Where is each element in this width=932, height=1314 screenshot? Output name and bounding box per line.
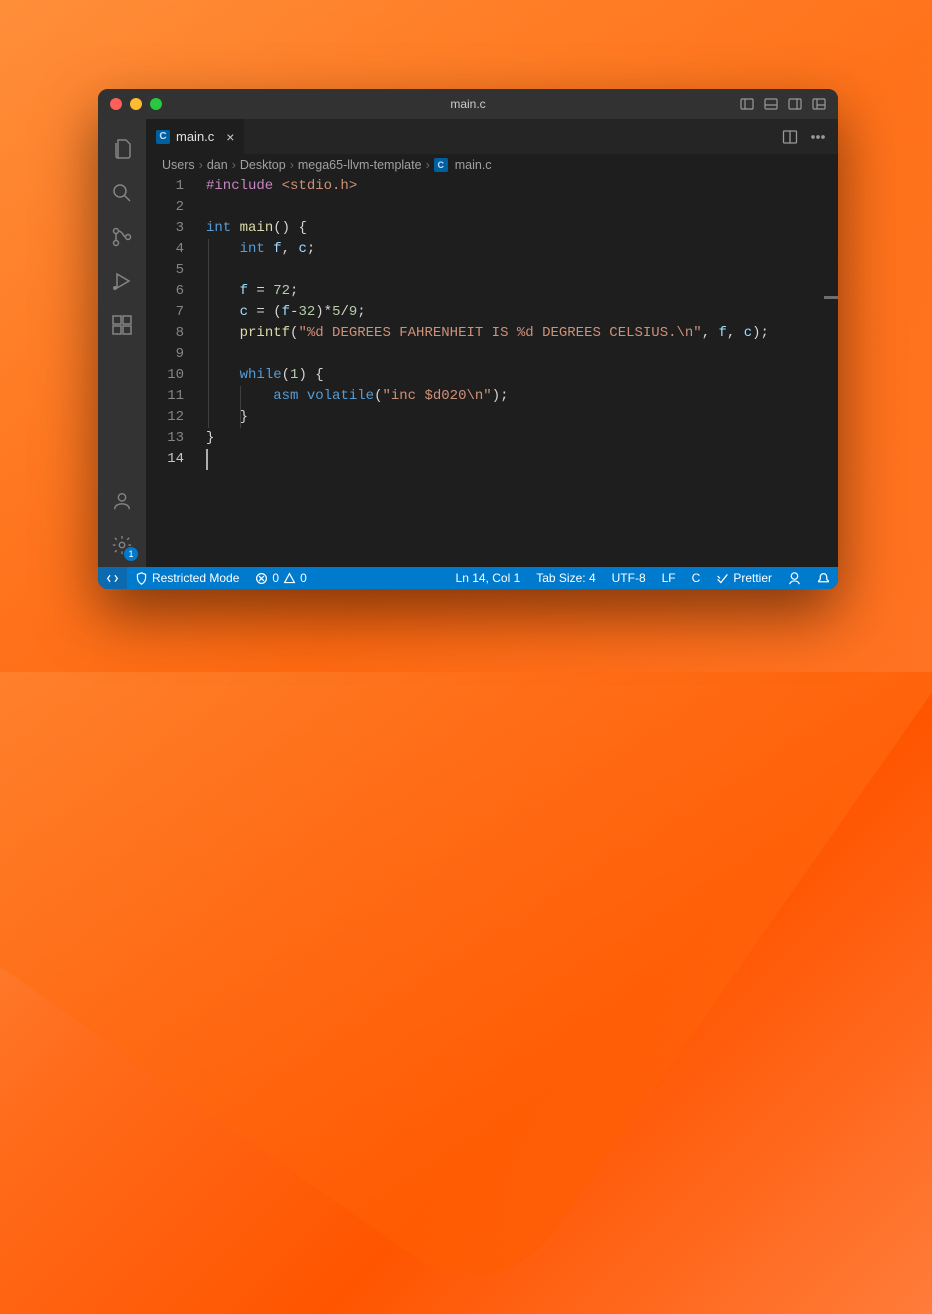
toggle-panel-icon[interactable] — [764, 97, 778, 111]
error-count: 0 — [272, 571, 279, 585]
customize-layout-icon[interactable] — [812, 97, 826, 111]
tab-filename: main.c — [176, 129, 214, 144]
remote-indicator[interactable] — [98, 567, 127, 589]
breadcrumb-part[interactable]: Desktop — [240, 158, 286, 172]
restricted-mode-label: Restricted Mode — [152, 571, 239, 585]
breadcrumb[interactable]: Users › dan › Desktop › mega65-llvm-temp… — [146, 154, 838, 176]
status-bar: Restricted Mode 0 0 Ln 14, Col 1 Tab Siz… — [98, 567, 838, 589]
breadcrumb-part[interactable]: mega65-llvm-template — [298, 158, 422, 172]
settings-gear-icon[interactable]: 1 — [98, 523, 146, 567]
source-control-view-icon[interactable] — [98, 215, 146, 259]
extensions-view-icon[interactable] — [98, 303, 146, 347]
restricted-mode-button[interactable]: Restricted Mode — [127, 567, 247, 589]
tabs-bar: C main.c × — [146, 119, 838, 154]
formatter-button[interactable]: Prettier — [708, 567, 780, 589]
split-editor-icon[interactable] — [782, 129, 798, 145]
line-number-gutter[interactable]: 1234567891011121314 — [146, 176, 196, 567]
c-language-icon: C — [434, 158, 448, 172]
chevron-right-icon: › — [232, 158, 236, 172]
vscode-window: main.c — [98, 89, 838, 589]
cursor-position-button[interactable]: Ln 14, Col 1 — [448, 567, 529, 589]
warning-count: 0 — [300, 571, 307, 585]
window-title: main.c — [98, 97, 838, 111]
window-traffic-lights — [98, 98, 162, 110]
search-view-icon[interactable] — [98, 171, 146, 215]
overview-ruler[interactable] — [834, 176, 838, 567]
chevron-right-icon: › — [426, 158, 430, 172]
settings-badge: 1 — [124, 547, 138, 561]
chevron-right-icon: › — [199, 158, 203, 172]
run-debug-view-icon[interactable] — [98, 259, 146, 303]
eol-button[interactable]: LF — [654, 567, 684, 589]
chevron-right-icon: › — [290, 158, 294, 172]
language-mode-button[interactable]: C — [684, 567, 709, 589]
breadcrumb-part[interactable]: Users — [162, 158, 195, 172]
code-content[interactable]: #include <stdio.h>int main() { int f, c;… — [196, 176, 838, 567]
activity-bar: 1 — [98, 119, 146, 567]
titlebar[interactable]: main.c — [98, 89, 838, 119]
breadcrumb-file[interactable]: main.c — [455, 158, 492, 172]
more-actions-icon[interactable] — [810, 129, 826, 145]
tab-main-c[interactable]: C main.c × — [146, 119, 245, 154]
explorer-view-icon[interactable] — [98, 127, 146, 171]
toggle-secondary-sidebar-icon[interactable] — [788, 97, 802, 111]
close-window-button[interactable] — [110, 98, 122, 110]
notifications-bell-icon[interactable] — [809, 567, 838, 589]
tab-close-icon[interactable]: × — [226, 129, 234, 145]
minimize-window-button[interactable] — [130, 98, 142, 110]
titlebar-layout-controls — [740, 97, 838, 111]
code-editor[interactable]: 1234567891011121314 #include <stdio.h>in… — [146, 176, 838, 567]
toggle-primary-sidebar-icon[interactable] — [740, 97, 754, 111]
c-language-icon: C — [156, 130, 170, 144]
editor-group: C main.c × Users › dan › Desktop › mega6… — [146, 119, 838, 567]
zoom-window-button[interactable] — [150, 98, 162, 110]
feedback-icon[interactable] — [780, 567, 809, 589]
tab-size-button[interactable]: Tab Size: 4 — [528, 567, 603, 589]
breadcrumb-part[interactable]: dan — [207, 158, 228, 172]
encoding-button[interactable]: UTF-8 — [604, 567, 654, 589]
accounts-icon[interactable] — [98, 479, 146, 523]
problems-button[interactable]: 0 0 — [247, 567, 314, 589]
